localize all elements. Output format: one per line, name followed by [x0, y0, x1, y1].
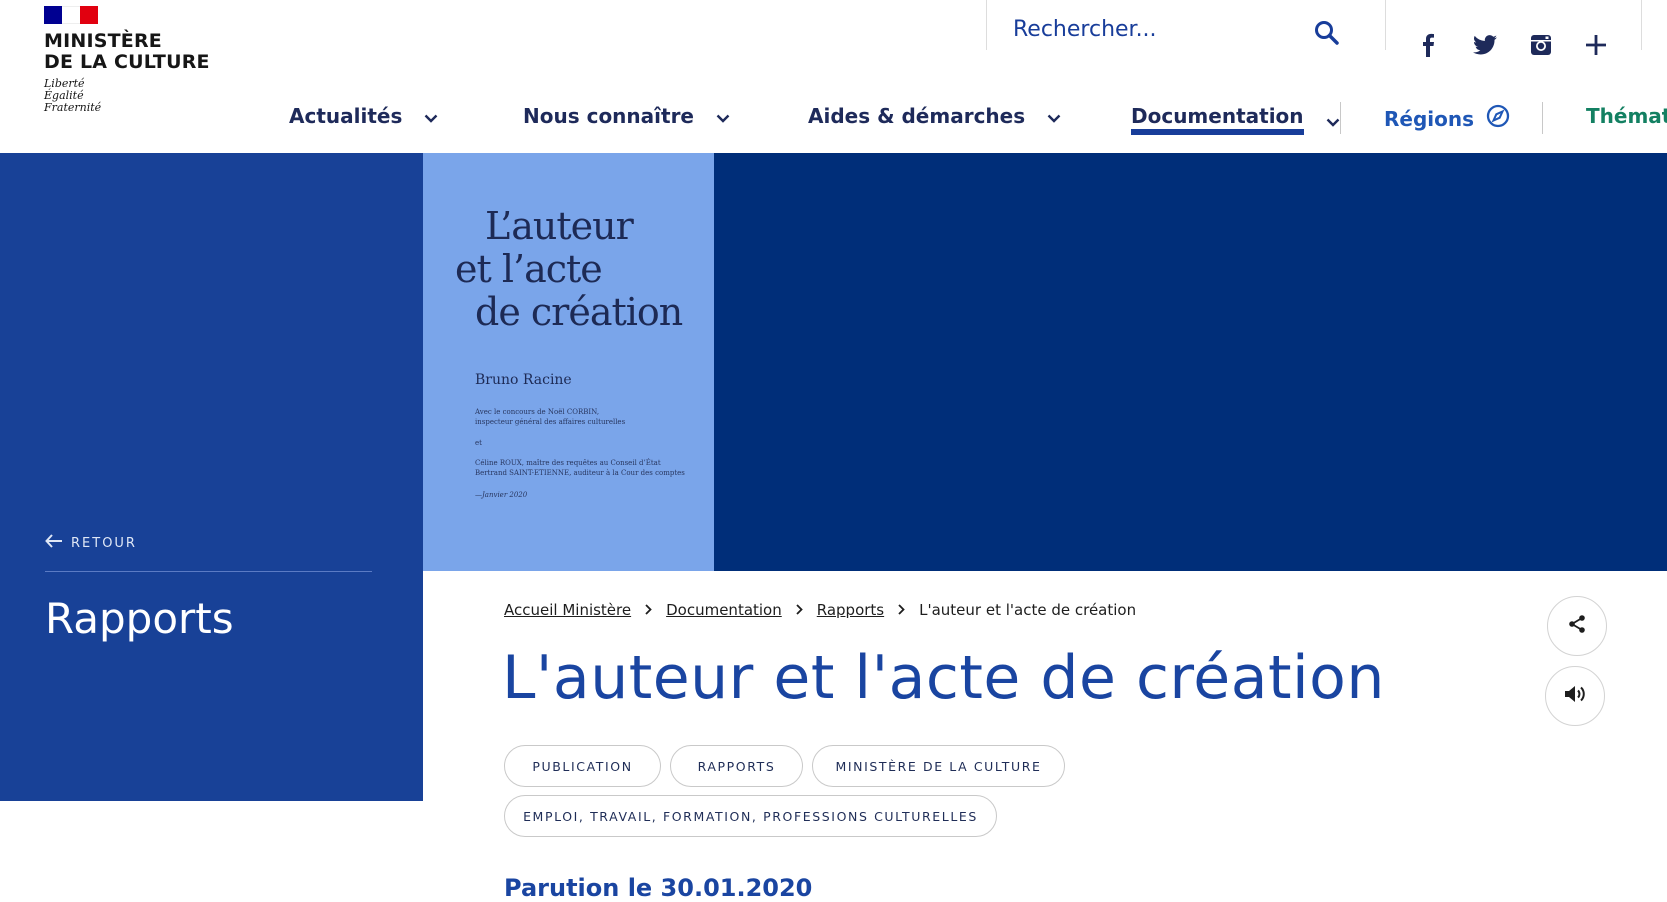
facebook-icon[interactable]	[1415, 32, 1441, 58]
chevron-down-icon	[424, 104, 438, 128]
report-cover-image: L’auteur et l’acte de création Bruno Rac…	[423, 153, 714, 571]
nav-divider	[1542, 102, 1543, 134]
section-title: Rapports	[45, 594, 234, 643]
ministry-name: MINISTÈRE DE LA CULTURE	[44, 30, 210, 73]
listen-button[interactable]	[1545, 666, 1605, 726]
search-input[interactable]	[1011, 14, 1315, 44]
cover-author: Bruno Racine	[475, 372, 572, 388]
arrow-left-icon	[45, 534, 63, 552]
tag-ministere[interactable]: MINISTÈRE DE LA CULTURE	[812, 745, 1065, 787]
cover-date: —Janvier 2020	[475, 491, 528, 499]
breadcrumb-current: L'auteur et l'acte de création	[919, 601, 1137, 619]
divider	[45, 571, 372, 572]
share-icon	[1567, 614, 1587, 638]
back-link[interactable]: RETOUR	[45, 534, 137, 552]
tag-publication[interactable]: PUBLICATION	[504, 745, 661, 787]
tag-rapports[interactable]: RAPPORTS	[670, 745, 803, 787]
ministry-logo[interactable]: MINISTÈRE DE LA CULTURE Liberté Égalité …	[44, 6, 210, 114]
social-links	[1385, 0, 1642, 57]
twitter-icon[interactable]	[1472, 32, 1498, 58]
breadcrumb: Accueil Ministère Documentation Rapports…	[504, 601, 1136, 619]
cover-contributors: Céline ROUX, maître des requêtes au Cons…	[475, 459, 685, 477]
share-button[interactable]	[1547, 596, 1607, 656]
cover-contributors: Avec le concours de Noël CORBIN, inspect…	[475, 408, 626, 426]
chevron-right-icon	[796, 601, 803, 619]
breadcrumb-link-rapports[interactable]: Rapports	[817, 601, 884, 619]
cover-title: L’auteur et l’acte de création	[455, 204, 683, 334]
nav-item-regions[interactable]: Régions	[1384, 104, 1510, 133]
main-navigation: Actualités Nous connaître Aides & démarc…	[0, 104, 1667, 144]
nav-divider	[1340, 102, 1341, 134]
tag-emploi[interactable]: EMPLOI, TRAVAIL, FORMATION, PROFESSIONS …	[504, 795, 997, 837]
search-bar	[986, 0, 1386, 50]
page-title: L'auteur et l'acte de création	[502, 643, 1385, 713]
section-sidebar	[0, 153, 423, 801]
publication-date: Parution le 30.01.2020	[504, 874, 813, 902]
breadcrumb-link-documentation[interactable]: Documentation	[666, 601, 782, 619]
chevron-right-icon	[898, 601, 905, 619]
breadcrumb-link-accueil[interactable]: Accueil Ministère	[504, 601, 631, 619]
chevron-right-icon	[645, 601, 652, 619]
chevron-down-icon	[1326, 108, 1340, 132]
cover-conjunction: et	[475, 439, 482, 447]
instagram-icon[interactable]	[1528, 32, 1554, 58]
chevron-down-icon	[716, 104, 730, 128]
marianne-flag-icon	[44, 6, 98, 24]
nav-item-actualites[interactable]: Actualités	[289, 104, 438, 128]
nav-item-documentation[interactable]: Documentation	[1131, 104, 1340, 135]
hero-background	[714, 153, 1667, 571]
search-icon[interactable]	[1314, 20, 1340, 50]
plus-icon[interactable]	[1583, 32, 1609, 58]
nav-item-nous-connaitre[interactable]: Nous connaître	[523, 104, 730, 128]
nav-item-aides-demarches[interactable]: Aides & démarches	[808, 104, 1061, 128]
nav-item-thematiques[interactable]: Thémati	[1586, 104, 1667, 128]
speaker-icon	[1563, 684, 1587, 708]
compass-icon	[1486, 104, 1510, 133]
chevron-down-icon	[1047, 104, 1061, 128]
